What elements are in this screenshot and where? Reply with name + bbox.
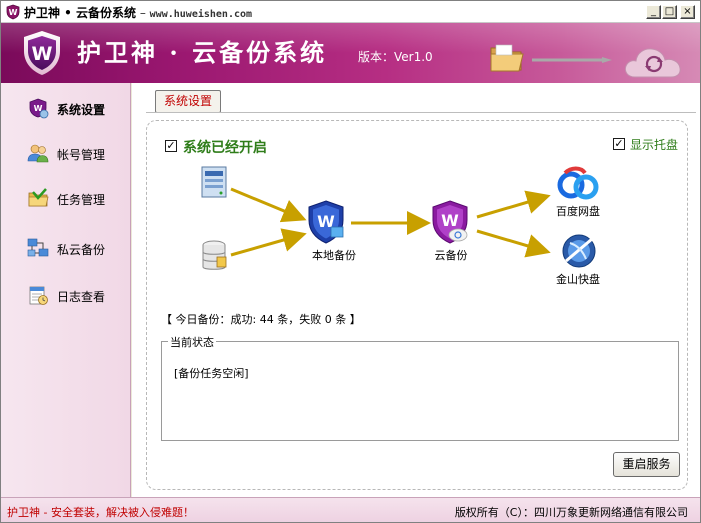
app-window: W 护卫神 • 云备份系统 – www.huweishen.com _ □ × … — [0, 0, 701, 523]
header-banner: W 护卫神 · 云备份系统 版本：Ver1.0 — [1, 23, 700, 83]
summary-mid: 条，失败 — [273, 313, 325, 326]
app-shield-icon: W — [6, 4, 20, 20]
status-copyright: 版权所有（C）：四川万象更新网络通信有限公司 — [454, 506, 688, 519]
title-url: www.huweishen.com — [149, 9, 253, 20]
minimize-button[interactable]: _ — [646, 5, 661, 19]
success-count: 44 — [259, 313, 274, 326]
title-bar[interactable]: W 护卫神 • 云备份系统 – www.huweishen.com _ □ × — [1, 1, 700, 23]
version-label: 版本：Ver1.0 — [358, 50, 433, 64]
status-bar: 护卫神 - 安全套装，解决被入侵难题！ 版权所有（C）：四川万象更新网络通信有限… — [1, 497, 700, 522]
restart-service-button[interactable]: 重启服务 — [613, 452, 680, 477]
today-backup-summary: 【 今日备份：成功: 44 条，失败 0 条 】 — [161, 311, 361, 327]
current-status-text: [备份任务空闲] — [174, 367, 249, 380]
tab-system-settings[interactable]: 系统设置 — [155, 90, 221, 113]
main-content: 系统设置 ✓ 系统已经开启 ✓ 显示托盘 W 本地备份 W 云备份 百度网盘 金… — [132, 83, 700, 497]
system-enabled-checkbox[interactable]: ✓ — [165, 140, 177, 152]
local-backup-shield-icon: W — [308, 200, 344, 244]
server-icon — [201, 166, 227, 198]
logo-letter: W — [32, 43, 53, 65]
current-status-legend: 当前状态 — [168, 334, 216, 350]
shield-logo-icon: W — [24, 31, 60, 75]
arrow-right-icon — [532, 57, 612, 63]
show-tray-label: 显示托盘 — [630, 138, 679, 152]
tab-underline — [146, 112, 696, 113]
summary-suffix: 条 】 — [331, 313, 361, 326]
app-title: 护卫神 · 云备份系统 — [77, 38, 328, 67]
log-calendar-icon — [29, 286, 48, 305]
kingsoft-kuaipan-icon — [562, 234, 596, 268]
status-slogan: 护卫神 - 安全套装，解决被入侵难题！ — [7, 506, 194, 519]
maximize-button[interactable]: □ — [662, 5, 677, 19]
sidebar: W 系统设置 帐号管理 任务管理 私云备份 日志查看 — [1, 83, 131, 497]
window-title: 护卫神 • 云备份系统 – www.huweishen.com — [24, 4, 252, 21]
baidu-netdisk-label: 百度网盘 — [556, 205, 600, 218]
users-icon — [27, 144, 49, 163]
sidebar-item-label: 任务管理 — [57, 193, 106, 207]
current-status-group: 当前状态 [备份任务空闲] — [161, 334, 679, 441]
sidebar-item-log-view[interactable]: 日志查看 — [1, 279, 131, 309]
shield-gear-icon: W — [29, 98, 49, 119]
backup-flow-diagram: W 本地备份 W 云备份 百度网盘 金山快盘 — [187, 165, 667, 305]
sidebar-item-label: 系统设置 — [57, 103, 106, 117]
show-tray-checkbox[interactable]: ✓ — [613, 138, 625, 150]
sidebar-item-account-management[interactable]: 帐号管理 — [1, 137, 131, 167]
sidebar-item-label: 帐号管理 — [57, 148, 106, 162]
settings-panel: ✓ 系统已经开启 ✓ 显示托盘 W 本地备份 W 云备份 百度网盘 金山快盘 【… — [146, 120, 688, 490]
sidebar-item-private-cloud-backup[interactable]: 私云备份 — [1, 232, 131, 262]
title-separator: – — [136, 6, 150, 20]
local-backup-label: 本地备份 — [312, 249, 356, 262]
sidebar-item-task-management[interactable]: 任务管理 — [1, 182, 131, 212]
sidebar-item-label: 私云备份 — [57, 243, 106, 257]
database-icon — [202, 240, 227, 270]
folder-task-icon — [28, 188, 49, 207]
folder-icon — [490, 44, 524, 72]
window-title-text: 护卫神 • 云备份系统 — [24, 6, 137, 20]
sidebar-item-system-settings[interactable]: W 系统设置 — [1, 92, 131, 122]
network-icon — [27, 238, 49, 257]
close-button[interactable]: × — [680, 5, 695, 19]
svg-text:W: W — [441, 211, 459, 230]
svg-text:W: W — [9, 8, 18, 17]
cloud-backup-label: 云备份 — [434, 249, 468, 262]
baidu-netdisk-icon — [557, 166, 599, 200]
system-enabled-label: 系统已经开启 — [183, 140, 267, 156]
sidebar-item-label: 日志查看 — [57, 290, 106, 304]
kingsoft-kuaipan-label: 金山快盘 — [556, 273, 600, 286]
failed-count: 0 — [324, 313, 332, 326]
cloud-backup-shield-icon: W — [432, 200, 468, 244]
summary-prefix: 【 今日备份：成功: — [161, 313, 260, 326]
cloud-sync-icon — [624, 48, 681, 78]
